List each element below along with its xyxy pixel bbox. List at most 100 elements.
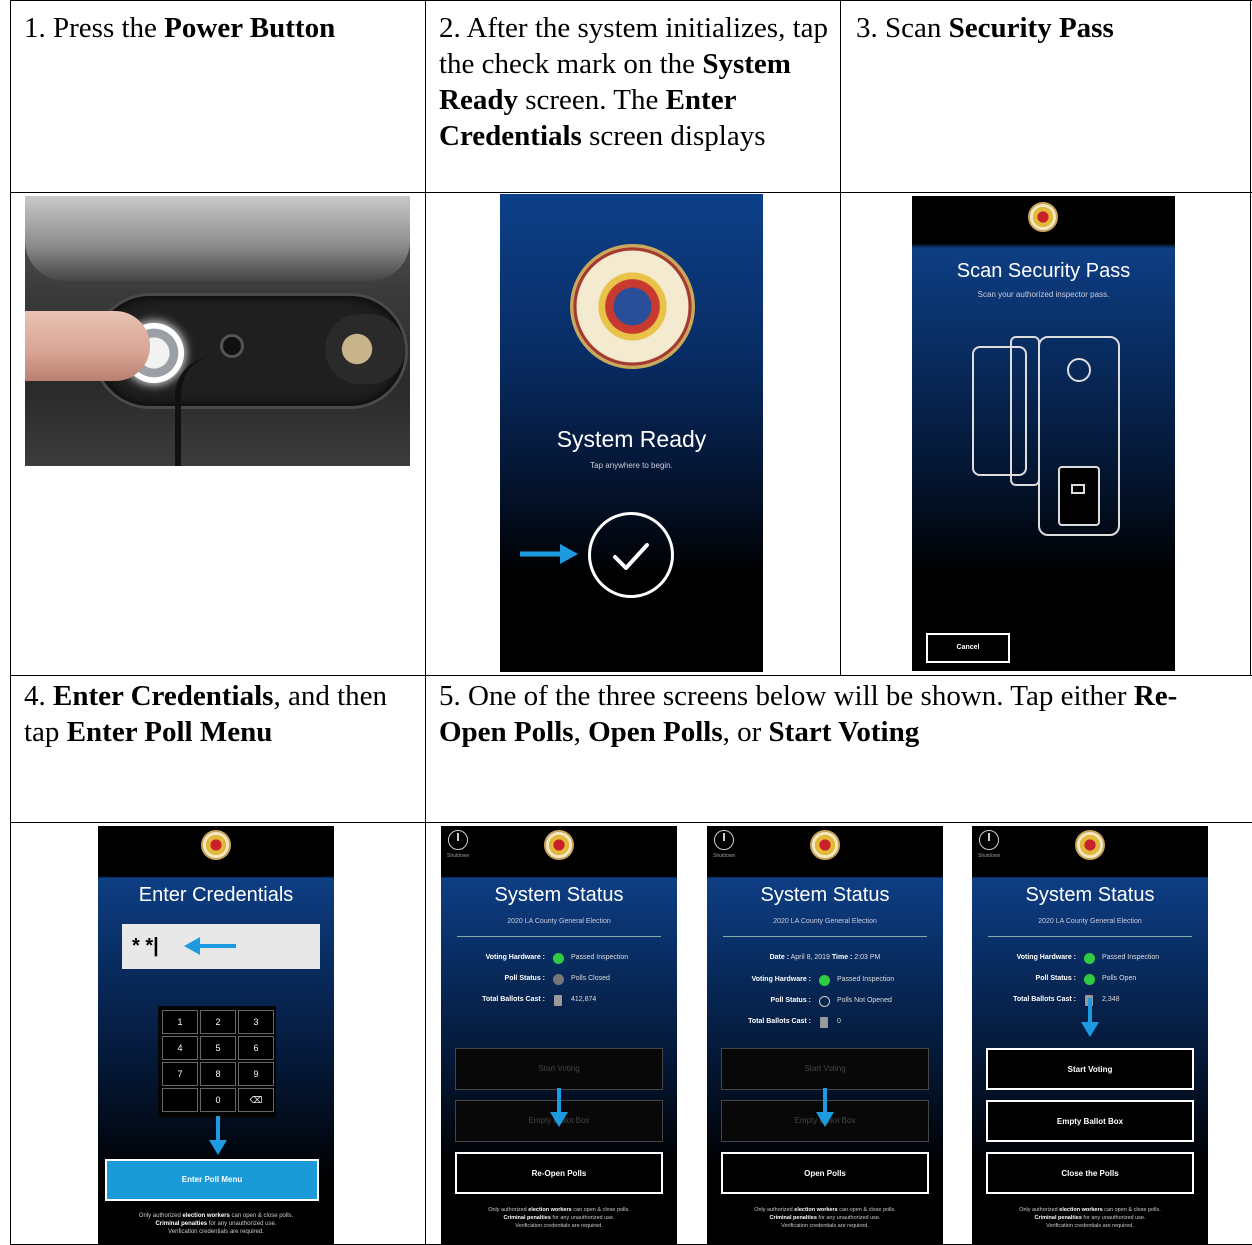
status-label: Voting Hardware : [1016,954,1076,961]
status-value: 412,874 [571,996,597,1003]
shutdown-label: Shutdown [978,853,1001,859]
system-status-screen-reopen: Shutdown System Status 2020 LA County Gene… [441,826,677,1244]
power-icon[interactable] [714,830,734,850]
keypad-key-4[interactable]: 4 [162,1036,198,1060]
pointer-arrow-icon [550,1088,568,1127]
keypad-key-2[interactable]: 2 [200,1010,236,1034]
seal-icon [810,830,840,860]
pointer-arrow-icon [520,544,578,564]
status-label: Total Ballots Cast : [1013,996,1076,1003]
status-label: Poll Status : [1035,975,1076,982]
keypad-key-1[interactable]: 1 [162,1010,198,1034]
credentials-footer: Only authorized election workers can ope… [138,1213,294,1235]
table-divider-v1 [425,0,426,1245]
status-label: Total Ballots Cast : [748,1018,811,1025]
status-value: Polls Closed [571,975,610,982]
ballot-icon [554,995,562,1006]
pointer-arrow-icon [184,937,236,955]
status-title: System Status [1025,884,1155,906]
power-icon[interactable] [448,830,468,850]
status-subtitle: 2020 LA County General Election [1038,918,1142,925]
check-icon [613,543,649,570]
status-footer: Only authorized election workers can ope… [488,1207,630,1229]
keypad-key-8[interactable]: 8 [200,1062,236,1086]
table-divider-h1 [10,192,1252,193]
system-status-screen-start: Shutdown System Status 2020 LA County Gene… [972,826,1208,1244]
pointer-arrow-icon [209,1116,227,1155]
divider [988,936,1192,937]
status-subtitle: 2020 LA County General Election [507,918,611,925]
shutdown-label: Shutdown [713,853,736,859]
status-label: Voting Hardware : [751,976,811,983]
ballot-icon [820,1017,828,1028]
device-lid [25,196,410,281]
system-status-screen-open: Shutdown System Status 2020 LA County Gene… [707,826,943,1244]
keypad-blank [162,1088,198,1112]
system-ready-title: System Ready [556,426,707,452]
power-button-photo [25,196,410,466]
system-ready-screen[interactable]: System Ready Tap anywhere to begin. [500,194,763,672]
keypad-key-6[interactable]: 6 [238,1036,274,1060]
keypad: 1 2 3 4 5 6 7 8 9 0 ⌫ [158,1006,276,1118]
status-dot [819,975,830,986]
scan-pass-subtitle: Scan your authorized inspector pass. [977,290,1110,299]
close-polls-button[interactable]: Close the Polls [986,1152,1194,1194]
status-dot [1084,974,1095,985]
start-voting-button[interactable]: Start Voting [455,1048,663,1090]
status-subtitle: 2020 LA County General Election [773,918,877,925]
status-footer: Only authorized election workers can ope… [754,1207,896,1229]
pointer-arrow-icon [816,1088,834,1127]
backspace-key[interactable]: ⌫ [238,1088,274,1112]
keypad-key-7[interactable]: 7 [162,1062,198,1086]
status-value: Passed Inspection [571,954,629,961]
start-voting-button[interactable]: Start Voting [721,1048,929,1090]
seal-icon [201,830,231,860]
keypad-key-9[interactable]: 9 [238,1062,274,1086]
status-value: Passed Inspection [837,976,895,983]
status-footer: Only authorized election workers can ope… [1019,1207,1161,1229]
table-border-left [10,0,11,1245]
scan-pass-title: Scan Security Pass [956,260,1131,282]
re-open-polls-button[interactable]: Re-Open Polls [455,1152,663,1194]
status-label: Voting Hardware : [485,954,545,961]
shutdown-label: Shutdown [447,853,470,859]
credentials-title: Enter Credentials [138,884,294,906]
credentials-input-value: * *| [132,935,159,957]
scan-security-pass-screen: Scan Security Pass Scan your authorized … [912,196,1175,671]
date-time-row: Date : April 8, 2019 Time : 2:03 PM [769,954,881,961]
scanner-illustration [972,336,1152,536]
status-title: System Status [494,884,624,906]
enter-poll-menu-button[interactable]: Enter Poll Menu [105,1159,319,1201]
open-polls-button[interactable]: Open Polls [721,1152,929,1194]
pointer-arrow-icon [1081,998,1099,1037]
cancel-button[interactable]: Cancel [926,633,1010,663]
keypad-key-0[interactable]: 0 [200,1088,236,1112]
table-divider-v2 [840,0,841,676]
status-value: 0 [837,1018,841,1025]
status-value: Polls Open [1102,975,1137,982]
table-border-right [1250,0,1251,676]
status-label: Total Ballots Cast : [482,996,545,1003]
status-dot-empty [819,996,830,1007]
step-1-text: 1. Press the Power Button [24,12,336,44]
keypad-key-5[interactable]: 5 [200,1036,236,1060]
table-divider-h2 [10,675,1252,676]
status-value: Passed Inspection [1102,954,1160,961]
keypad-key-3[interactable]: 3 [238,1010,274,1034]
connector [325,314,405,384]
empty-ballot-box-button[interactable]: Empty Ballot Box [986,1100,1194,1142]
table-border-top [10,0,1252,1]
audio-jack [220,334,244,358]
divider [723,936,927,937]
check-mark-button[interactable] [588,512,674,598]
status-label: Poll Status : [504,975,545,982]
power-icon[interactable] [979,830,999,850]
finger [25,311,150,381]
status-dot [1084,953,1095,964]
cable [175,356,235,466]
status-value: 2,348 [1102,996,1120,1003]
step-5-text: 5. One of the three screens below will b… [439,680,1178,748]
start-voting-button[interactable]: Start Voting [986,1048,1194,1090]
seal-icon [544,830,574,860]
status-value: Polls Not Opened [837,997,892,1004]
